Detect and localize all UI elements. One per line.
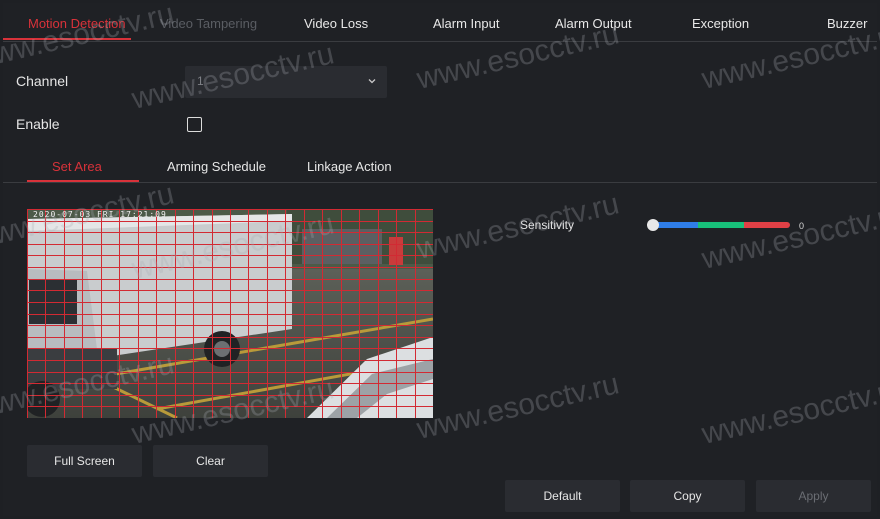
tab-exception[interactable]: Exception xyxy=(692,16,749,31)
sensitivity-label: Sensitivity xyxy=(520,218,575,232)
enable-checkbox[interactable] xyxy=(187,117,202,132)
top-tab-bar: Motion Detection Video Tampering Video L… xyxy=(3,3,877,42)
active-subtab-indicator xyxy=(27,180,139,182)
default-button[interactable]: Default xyxy=(505,480,620,512)
tab-arming-schedule[interactable]: Arming Schedule xyxy=(167,159,266,174)
motion-area-canvas[interactable]: 2020-07-03 FRI 17:21:09 xyxy=(27,209,433,418)
tab-alarm-input[interactable]: Alarm Input xyxy=(433,16,499,31)
sensitivity-slider[interactable] xyxy=(652,222,790,228)
chevron-down-icon xyxy=(368,79,376,84)
tab-alarm-output[interactable]: Alarm Output xyxy=(555,16,632,31)
copy-button[interactable]: Copy xyxy=(630,480,745,512)
enable-label: Enable xyxy=(16,116,60,132)
tab-video-loss[interactable]: Video Loss xyxy=(304,16,368,31)
tab-linkage-action[interactable]: Linkage Action xyxy=(307,159,392,174)
tab-buzzer[interactable]: Buzzer xyxy=(827,16,867,31)
motion-grid xyxy=(27,209,433,418)
apply-button[interactable]: Apply xyxy=(756,480,871,512)
sensitivity-value: 0 xyxy=(799,221,805,231)
slider-segment-high xyxy=(744,222,790,228)
channel-select-value: 1 xyxy=(197,74,204,88)
active-tab-indicator xyxy=(3,38,131,40)
full-screen-button[interactable]: Full Screen xyxy=(27,445,142,477)
tab-video-tampering[interactable]: Video Tampering xyxy=(160,16,257,31)
sub-tab-bar: Set Area Arming Schedule Linkage Action xyxy=(3,150,877,183)
tab-set-area[interactable]: Set Area xyxy=(52,159,102,174)
slider-segment-mid xyxy=(698,222,744,228)
channel-label: Channel xyxy=(16,73,69,89)
sensitivity-slider-handle[interactable] xyxy=(647,219,659,231)
channel-select[interactable]: 1 xyxy=(185,66,387,98)
osd-timestamp: 2020-07-03 FRI 17:21:09 xyxy=(33,210,167,219)
clear-button[interactable]: Clear xyxy=(153,445,268,477)
tab-motion-detection[interactable]: Motion Detection xyxy=(28,16,126,31)
